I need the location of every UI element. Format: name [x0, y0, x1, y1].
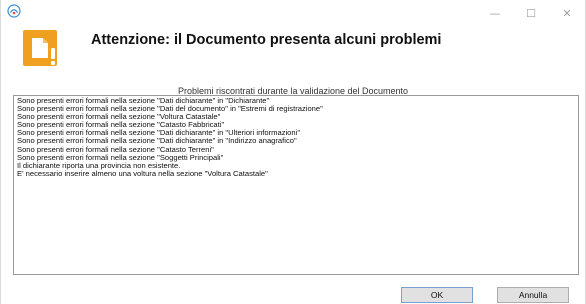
warning-document-icon	[23, 30, 57, 66]
dialog-header: Attenzione: il Documento presenta alcuni…	[1, 26, 585, 66]
dialog-window: — ☐ ✕ Attenzione: il Documento presenta …	[0, 0, 586, 304]
maximize-button[interactable]: ☐	[513, 0, 549, 26]
problems-list[interactable]: Sono presenti errori formali nella sezio…	[13, 95, 579, 275]
cancel-button[interactable]: Annulla	[497, 287, 569, 303]
window-controls: — ☐ ✕	[477, 0, 585, 26]
ok-button[interactable]: OK	[401, 287, 473, 303]
app-logo-icon	[7, 4, 21, 18]
close-button[interactable]: ✕	[549, 0, 585, 26]
title-bar: — ☐ ✕	[1, 0, 585, 26]
problem-line: E' necessario inserire almeno una voltur…	[17, 168, 268, 178]
minimize-button[interactable]: —	[477, 0, 513, 26]
dialog-title: Attenzione: il Documento presenta alcuni…	[91, 32, 442, 48]
